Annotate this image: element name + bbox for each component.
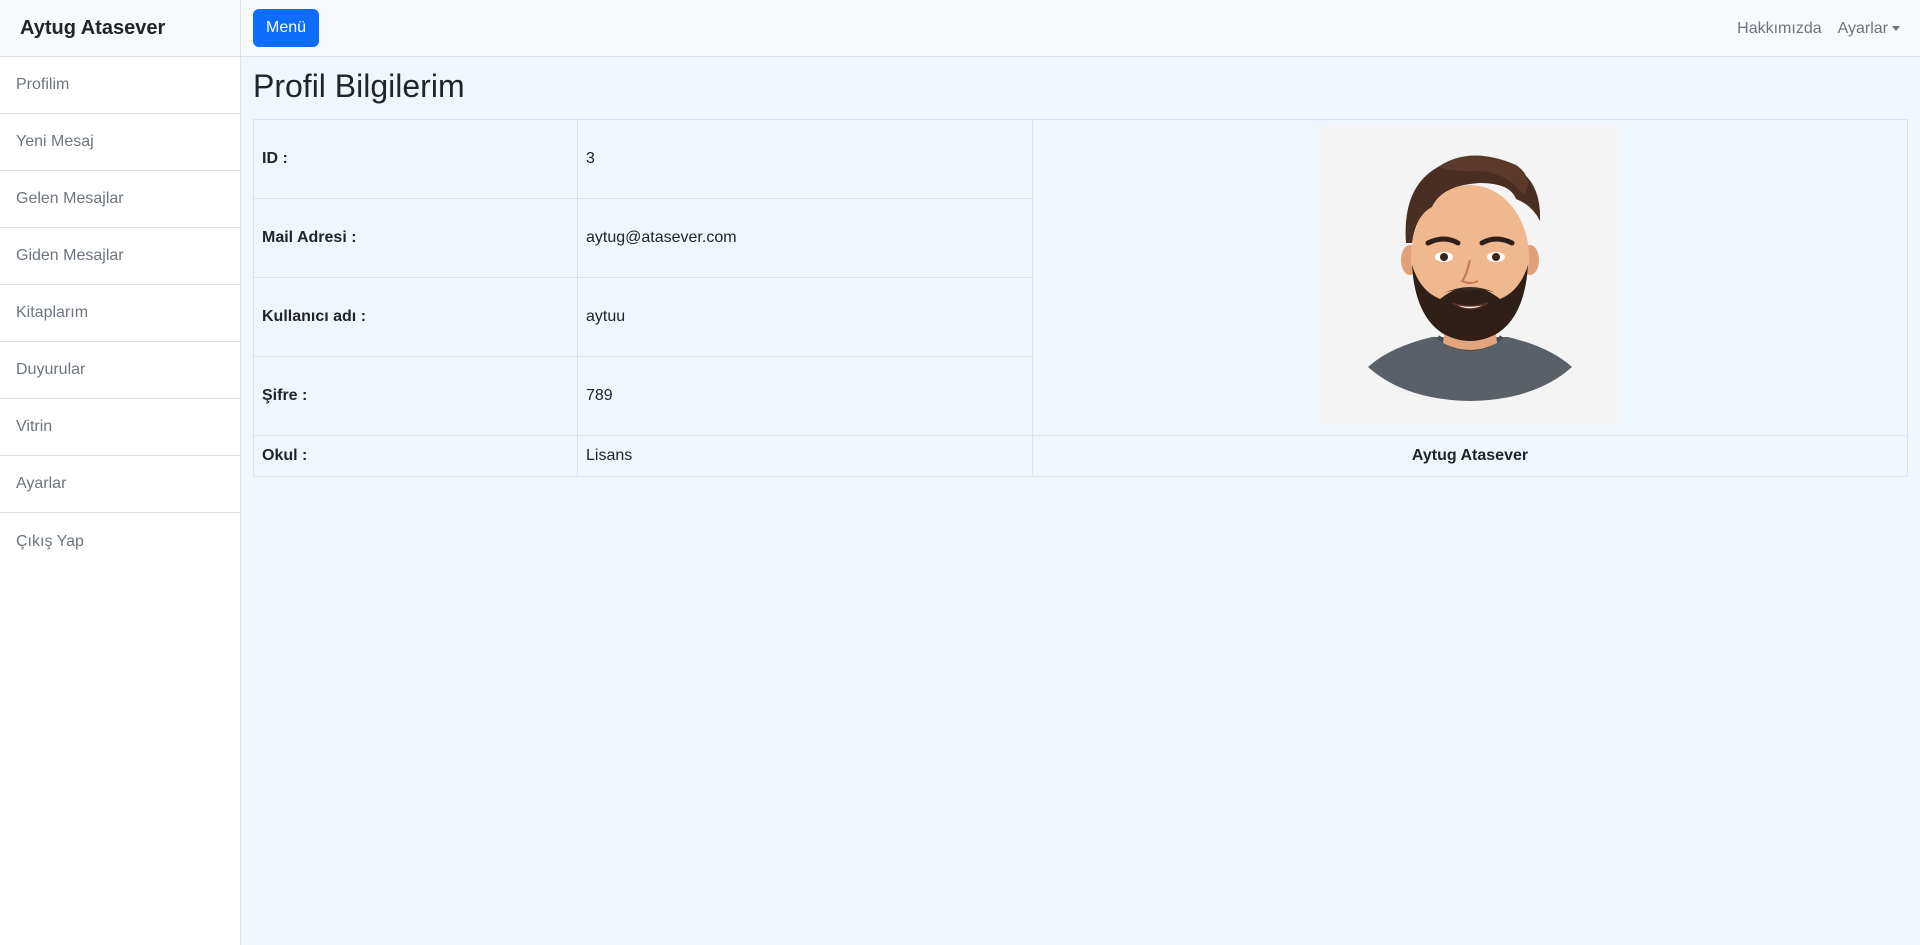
row-label-mail: Mail Adresi : [253, 198, 578, 278]
table-row: ID : 3 [253, 119, 1908, 436]
avatar [1320, 125, 1620, 425]
sidebar: Aytug Atasever Profilim Yeni Mesaj Gelen… [0, 0, 241, 945]
sidebar-item-vitrin[interactable]: Vitrin [0, 399, 240, 456]
table-row: Okul : Lisans Aytug Atasever [253, 435, 1908, 477]
page-title: Profil Bilgilerim [253, 68, 465, 104]
row-label-password: Şifre : [253, 356, 578, 436]
row-value-username: aytuu [577, 277, 1033, 357]
row-label-username: Kullanıcı adı : [253, 277, 578, 357]
row-label-id: ID : [253, 119, 578, 199]
row-label-school: Okul : [253, 435, 578, 477]
sidebar-item-duyurular[interactable]: Duyurular [0, 342, 240, 399]
profile-photo-cell [1032, 119, 1908, 436]
sidebar-item-ayarlar[interactable]: Ayarlar [0, 456, 240, 513]
row-value-id: 3 [577, 119, 1033, 199]
navbar-links: Hakkımızda Ayarlar [1737, 0, 1900, 57]
profile-name: Aytug Atasever [1032, 435, 1908, 477]
nav-dropdown-settings-label: Ayarlar [1837, 19, 1888, 37]
sidebar-item-profilim[interactable]: Profilim [0, 57, 240, 114]
menu-toggle-button[interactable]: Menü [253, 9, 320, 47]
row-value-school: Lisans [577, 435, 1033, 477]
profile-table: ID : 3 Mail Adresi: aytug@atasever.com … [253, 119, 1908, 477]
sidebar-brand: Aytug Atasever [0, 0, 240, 57]
avatar-illustration [1320, 125, 1620, 425]
nav-link-about[interactable]: Hakkımızda [1737, 20, 1821, 38]
caret-down-icon [1892, 25, 1900, 31]
sidebar-item-gelen-mesajlar[interactable]: Gelen Mesajlar [0, 171, 240, 228]
sidebar-item-cikis-yap[interactable]: Çıkış Yap [0, 513, 240, 570]
nav-dropdown-settings[interactable]: Ayarlar [1838, 20, 1900, 38]
sidebar-item-giden-mesajlar[interactable]: Giden Mesajlar [0, 228, 240, 285]
top-navbar: Menü Hakkımızda Ayarlar [241, 0, 1920, 57]
row-value-password: 789 [577, 356, 1033, 436]
row-value-mail: aytug@atasever.com [577, 198, 1033, 278]
sidebar-item-kitaplarim[interactable]: Kitaplarım [0, 285, 240, 342]
sidebar-item-yeni-mesaj[interactable]: Yeni Mesaj [0, 114, 240, 171]
